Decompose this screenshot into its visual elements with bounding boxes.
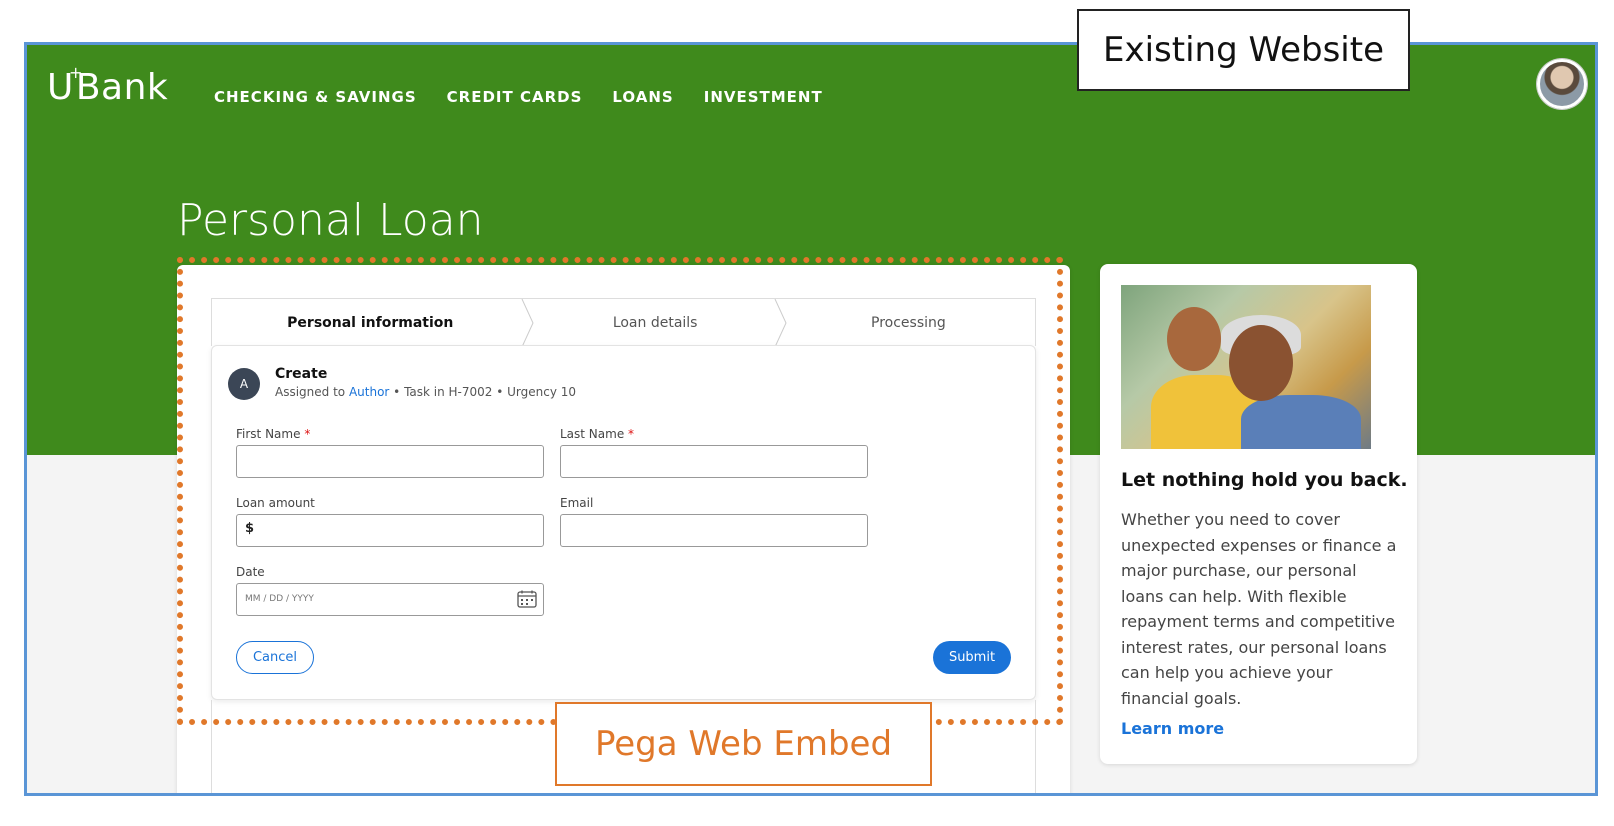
- create-form-panel: A Create Assigned to Author • Task in H-…: [211, 345, 1036, 700]
- assigned-suffix: • Task in H-7002 • Urgency 10: [389, 385, 577, 399]
- first-name-input[interactable]: [236, 445, 544, 478]
- email-input[interactable]: [560, 514, 868, 547]
- nav-credit-cards[interactable]: CREDIT CARDS: [447, 88, 583, 106]
- logo-text: Bank: [75, 67, 169, 108]
- date-placeholder: MM / DD / YYYY: [245, 594, 314, 604]
- step-label: Personal information: [287, 314, 454, 331]
- logo-mark-icon: U +: [47, 63, 83, 108]
- last-name-label: Last Name *: [560, 427, 634, 441]
- existing-website-callout: Existing Website: [1077, 9, 1410, 91]
- calendar-icon[interactable]: [517, 590, 537, 608]
- nav-investment[interactable]: INVESTMENT: [704, 88, 823, 106]
- loan-amount-input[interactable]: $: [236, 514, 544, 547]
- user-avatar[interactable]: [1537, 59, 1587, 109]
- main-nav: CHECKING & SAVINGS CREDIT CARDS LOANS IN…: [214, 88, 823, 106]
- promo-image-shape: [1229, 325, 1293, 401]
- promo-image-shape: [1167, 307, 1221, 371]
- cancel-button[interactable]: Cancel: [236, 641, 314, 674]
- assigned-prefix: Assigned to: [275, 385, 349, 399]
- promo-body: Whether you need to cover unexpected exp…: [1121, 510, 1397, 708]
- step-personal-information[interactable]: Personal information: [212, 299, 534, 347]
- step-loan-details[interactable]: Loan details: [529, 299, 787, 347]
- bank-logo[interactable]: U + Bank: [47, 63, 169, 108]
- learn-more-link[interactable]: Learn more: [1121, 719, 1224, 738]
- task-subtitle: Assigned to Author • Task in H-7002 • Ur…: [275, 385, 576, 399]
- task-title: Create: [275, 366, 328, 382]
- existing-website-frame: U + Bank CHECKING & SAVINGS CREDIT CARDS …: [24, 42, 1598, 796]
- promo-image-shape: [1241, 395, 1361, 449]
- nav-loans[interactable]: LOANS: [612, 88, 673, 106]
- required-mark: *: [628, 427, 635, 441]
- first-name-label: First Name *: [236, 427, 310, 441]
- nav-checking-savings[interactable]: CHECKING & SAVINGS: [214, 88, 417, 106]
- promo-card: Let nothing hold you back. Whether you n…: [1100, 264, 1417, 764]
- page-title: Personal Loan: [177, 195, 484, 246]
- step-label: Processing: [871, 314, 946, 331]
- pega-web-embed-callout: Pega Web Embed: [555, 702, 932, 786]
- promo-image: [1121, 285, 1371, 449]
- submit-button[interactable]: Submit: [933, 641, 1011, 674]
- email-label: Email: [560, 496, 594, 510]
- last-name-label-text: Last Name: [560, 427, 625, 441]
- promo-title: Let nothing hold you back.: [1121, 469, 1408, 491]
- first-name-label-text: First Name: [236, 427, 301, 441]
- date-label: Date: [236, 565, 265, 579]
- date-input[interactable]: MM / DD / YYYY: [236, 583, 544, 616]
- stepper: Personal information Loan details Proces…: [211, 298, 1036, 347]
- author-link[interactable]: Author: [349, 385, 389, 399]
- required-mark: *: [304, 427, 311, 441]
- step-label: Loan details: [612, 314, 698, 331]
- loan-amount-label: Loan amount: [236, 496, 315, 510]
- step-processing[interactable]: Processing: [782, 299, 1035, 346]
- assignee-avatar: A: [228, 368, 260, 400]
- last-name-input[interactable]: [560, 445, 868, 478]
